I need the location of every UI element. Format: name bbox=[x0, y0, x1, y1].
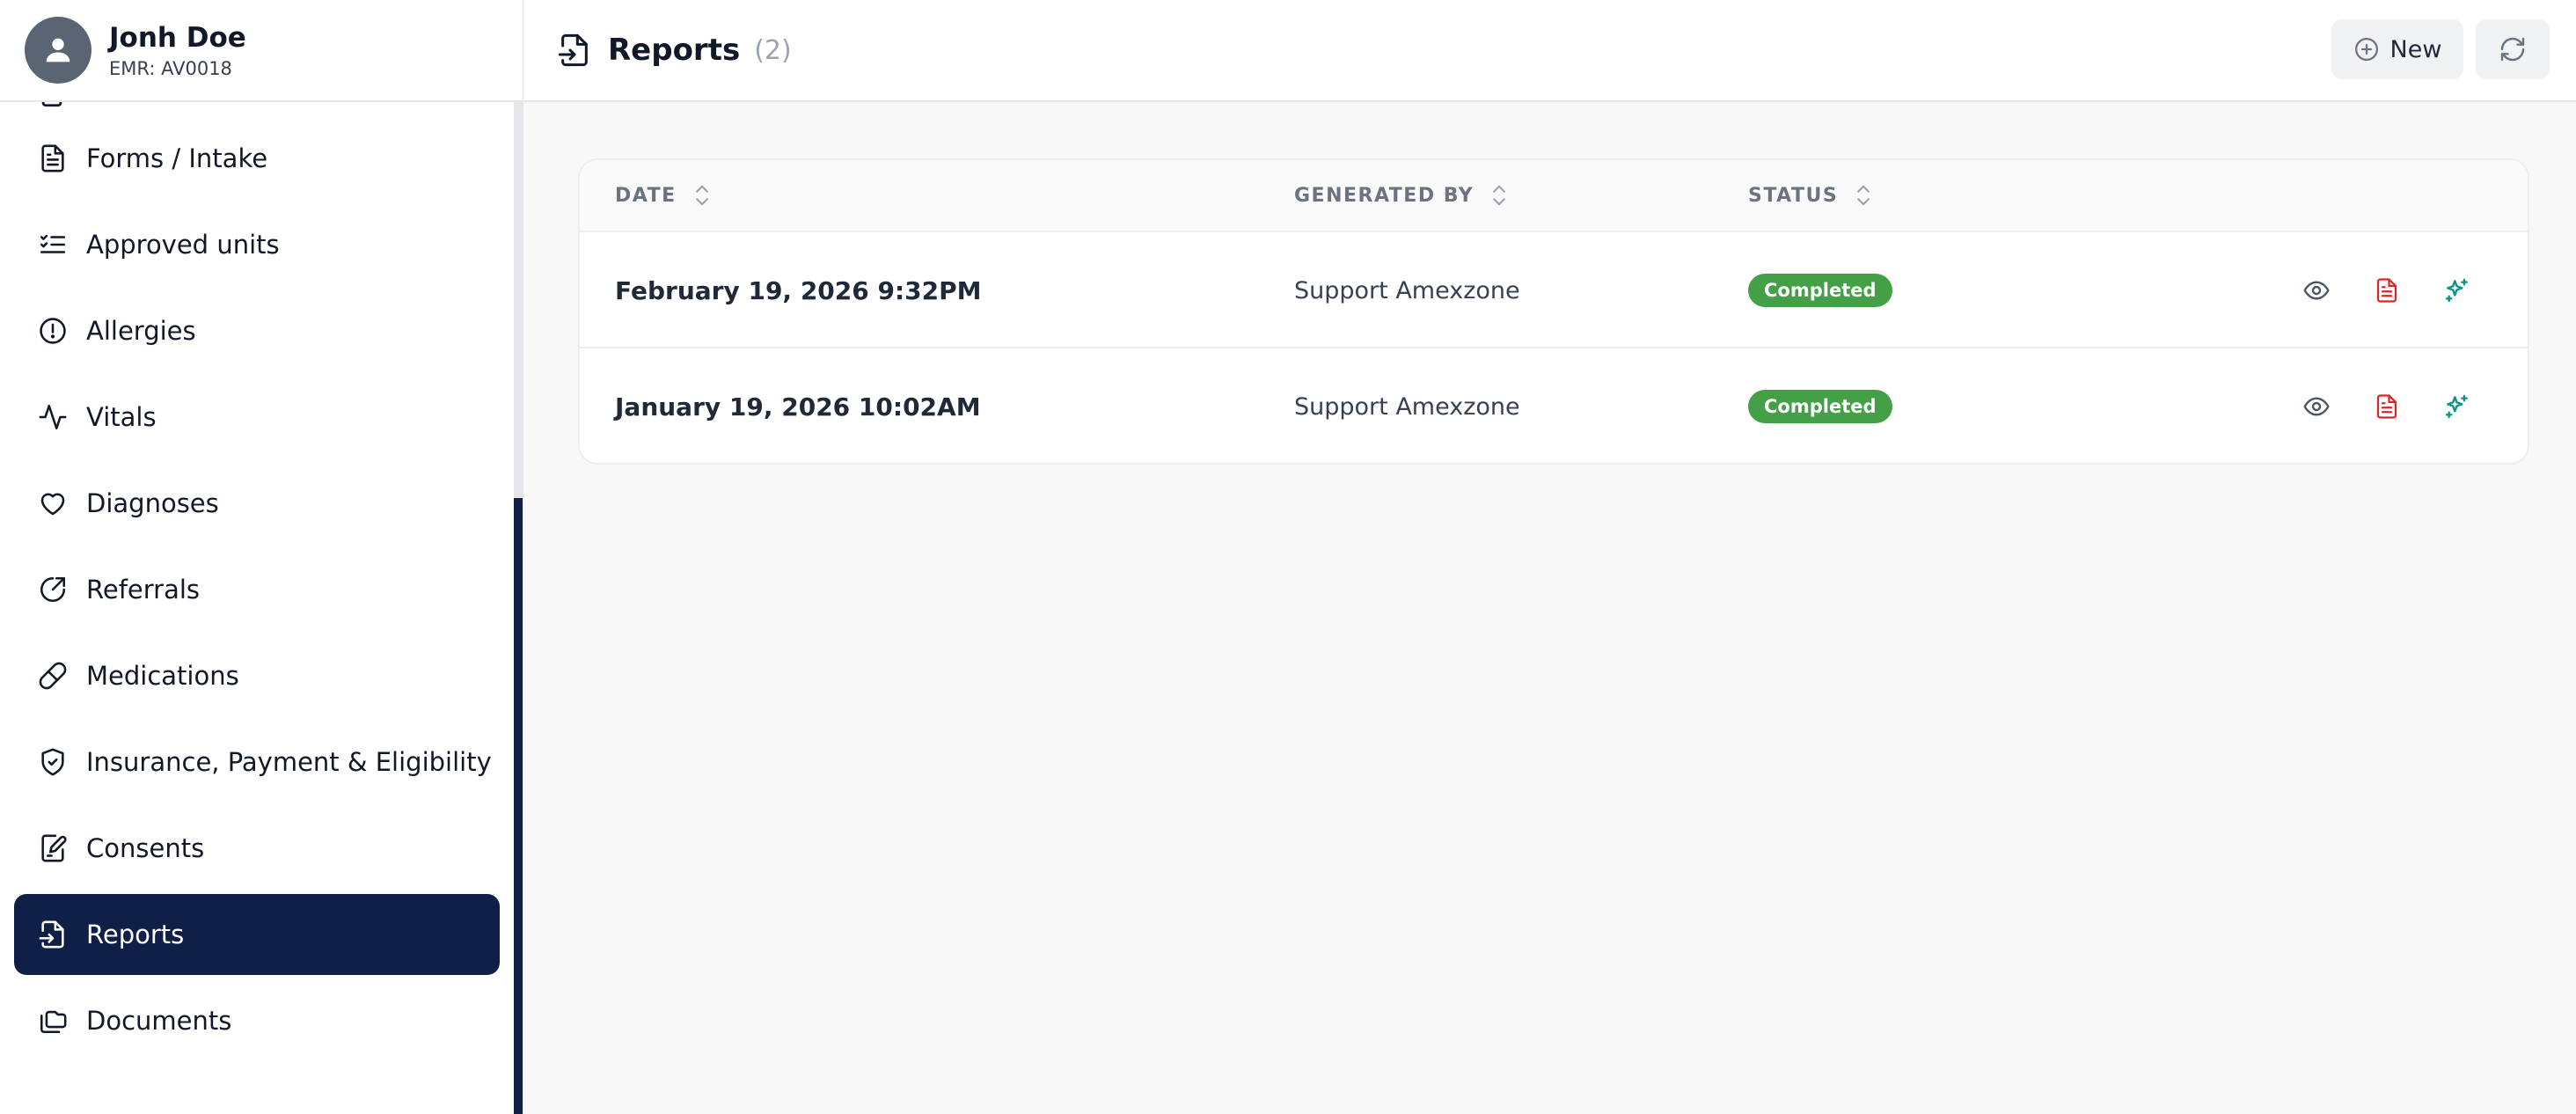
column-label: GENERATED BY bbox=[1294, 184, 1475, 207]
activity-icon bbox=[37, 401, 69, 433]
sidebar-item-referrals[interactable]: Referrals bbox=[14, 549, 500, 630]
sidebar-scrollbar[interactable] bbox=[514, 102, 523, 1114]
column-label: STATUS bbox=[1748, 184, 1839, 207]
heart-icon bbox=[37, 487, 69, 519]
external-link-icon bbox=[37, 574, 69, 605]
sidebar-item-label: Consents bbox=[86, 833, 205, 863]
partial-icon bbox=[41, 102, 62, 107]
sort-icon bbox=[695, 185, 708, 206]
sidebar-item-label: Referrals bbox=[86, 575, 201, 605]
eye-icon bbox=[2303, 281, 2330, 300]
sidebar-item-label: Documents bbox=[86, 1006, 232, 1036]
column-header-status[interactable]: STATUS bbox=[1748, 160, 1871, 231]
avatar bbox=[25, 17, 91, 84]
sidebar-item-label: Forms / Intake bbox=[86, 143, 268, 173]
patient-header: Jonh Doe EMR: AV0018 bbox=[0, 0, 523, 102]
pdf-report-button[interactable] bbox=[2369, 389, 2404, 424]
folders-icon bbox=[37, 1005, 69, 1037]
sort-icon bbox=[1857, 185, 1870, 206]
sort-icon bbox=[1493, 185, 1506, 206]
sidebar-item-reports[interactable]: Reports bbox=[14, 894, 500, 975]
status-badge: Completed bbox=[1748, 274, 1892, 307]
sidebar-nav: Forms / Intake Approved units Allergies … bbox=[0, 102, 514, 1066]
sidebar-item-label: Insurance, Payment & Eligibility bbox=[86, 747, 492, 777]
table-row[interactable]: February 19, 2026 9:32PM Support Amexzon… bbox=[580, 232, 2528, 348]
page-title: Reports bbox=[608, 33, 741, 68]
user-icon bbox=[46, 38, 70, 62]
pill-icon bbox=[37, 660, 69, 692]
sidebar-scroll-thumb[interactable] bbox=[514, 498, 523, 1114]
sidebar-item-medications[interactable]: Medications bbox=[14, 635, 500, 716]
sidebar-item-label: Approved units bbox=[86, 230, 280, 260]
report-generated-by: Support Amexzone bbox=[1294, 276, 1520, 304]
view-report-button[interactable] bbox=[2299, 273, 2334, 308]
column-header-generated-by[interactable]: GENERATED BY bbox=[1294, 160, 1507, 231]
sidebar-item-label: Allergies bbox=[86, 316, 196, 346]
sidebar: Jonh Doe EMR: AV0018 Forms / Intake Appr… bbox=[0, 0, 523, 1114]
sidebar-item-diagnoses[interactable]: Diagnoses bbox=[14, 463, 500, 544]
file-input-icon bbox=[37, 919, 69, 950]
report-date: January 19, 2026 10:02AM bbox=[615, 392, 981, 421]
report-date: February 19, 2026 9:32PM bbox=[615, 275, 982, 305]
sidebar-item-label: Reports bbox=[86, 920, 185, 949]
column-header-date[interactable]: DATE bbox=[615, 160, 710, 231]
plus-circle-icon bbox=[2354, 38, 2378, 61]
file-signature-icon bbox=[37, 832, 69, 864]
sidebar-item-forms-intake[interactable]: Forms / Intake bbox=[14, 118, 500, 199]
sidebar-item-label: Medications bbox=[86, 661, 239, 691]
sparkles-icon bbox=[2445, 278, 2468, 303]
refresh-button[interactable] bbox=[2476, 19, 2550, 79]
table-header: DATE GENERATED BY STATUS bbox=[580, 160, 2528, 232]
column-label: DATE bbox=[615, 184, 677, 207]
pdf-file-icon bbox=[2376, 278, 2397, 303]
reports-table: DATE GENERATED BY STATUS February 19, 20… bbox=[578, 158, 2529, 465]
shield-check-icon bbox=[37, 746, 69, 778]
new-button-label: New bbox=[2389, 35, 2442, 63]
sidebar-item-insurance[interactable]: Insurance, Payment & Eligibility bbox=[14, 722, 500, 803]
patient-name: Jonh Doe bbox=[109, 22, 246, 54]
sidebar-item-allergies[interactable]: Allergies bbox=[14, 290, 500, 371]
pdf-file-icon bbox=[2376, 394, 2397, 419]
sidebar-item-partial[interactable] bbox=[0, 102, 514, 113]
alert-circle-icon bbox=[37, 315, 69, 347]
sidebar-item-consents[interactable]: Consents bbox=[14, 808, 500, 889]
page-header: Reports (2) New bbox=[523, 0, 2576, 102]
sidebar-item-vitals[interactable]: Vitals bbox=[14, 377, 500, 458]
table-row[interactable]: January 19, 2026 10:02AM Support Amexzon… bbox=[580, 348, 2528, 463]
status-badge: Completed bbox=[1748, 390, 1892, 423]
sparkles-icon bbox=[2445, 394, 2468, 419]
file-text-icon bbox=[37, 143, 69, 174]
refresh-icon bbox=[2500, 37, 2525, 62]
sidebar-item-approved-units[interactable]: Approved units bbox=[14, 204, 500, 285]
sidebar-item-documents[interactable]: Documents bbox=[14, 980, 500, 1061]
sidebar-item-label: Vitals bbox=[86, 402, 157, 432]
file-input-icon bbox=[558, 33, 588, 67]
view-report-button[interactable] bbox=[2299, 389, 2334, 424]
list-checks-icon bbox=[37, 229, 69, 260]
sidebar-item-label: Diagnoses bbox=[86, 488, 219, 518]
patient-emr: EMR: AV0018 bbox=[109, 58, 232, 79]
new-report-button[interactable]: New bbox=[2331, 19, 2463, 79]
ai-summary-button[interactable] bbox=[2440, 389, 2475, 424]
report-generated-by: Support Amexzone bbox=[1294, 392, 1520, 421]
eye-icon bbox=[2303, 397, 2330, 416]
page-count: (2) bbox=[754, 34, 792, 66]
ai-summary-button[interactable] bbox=[2440, 273, 2475, 308]
pdf-report-button[interactable] bbox=[2369, 273, 2404, 308]
